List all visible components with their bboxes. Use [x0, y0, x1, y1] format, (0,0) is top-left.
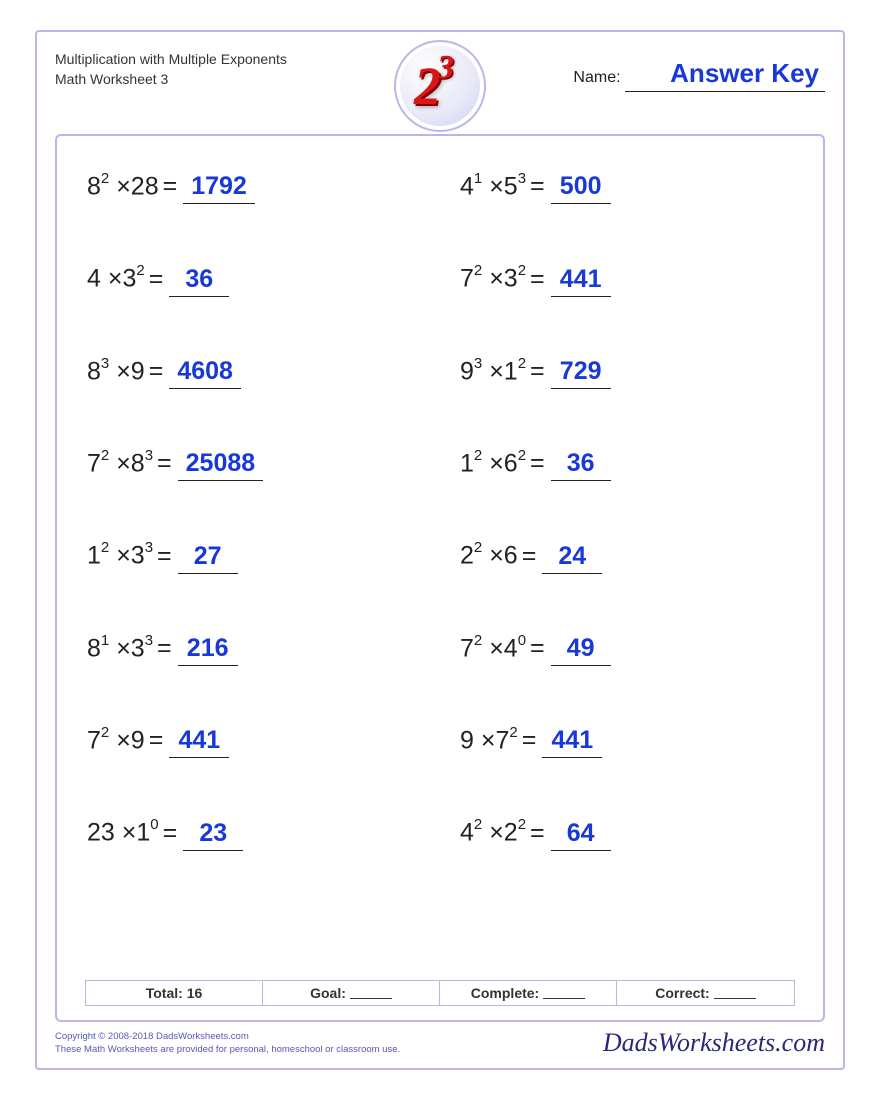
equals-sign: = [522, 726, 537, 755]
problems-grid: 82 ×28 = 1792 41 ×53 = 500 4 ×32 = 36 72 ×3… [87, 172, 793, 851]
problem-8: 12 ×33 = 27 [87, 541, 420, 573]
worksheet-header: Multiplication with Multiple Exponents M… [55, 46, 825, 116]
problem-answer: 25088 [178, 449, 264, 481]
equals-sign: = [157, 542, 172, 571]
problem-answer: 49 [551, 634, 611, 666]
title-line-1: Multiplication with Multiple Exponents [55, 50, 287, 70]
problem-expression: 12 ×62 [460, 449, 526, 478]
score-total-label: Total: 16 [146, 985, 203, 1001]
score-goal-label: Goal: [310, 985, 346, 1001]
equals-sign: = [530, 265, 545, 294]
equals-sign: = [149, 265, 164, 294]
footer-brand: DadsWorksheets.com [603, 1028, 825, 1058]
problem-answer: 216 [178, 634, 238, 666]
problem-4: 83 ×9 = 4608 [87, 357, 420, 389]
problem-14: 23 ×10 = 23 [87, 818, 420, 850]
problem-7: 12 ×62 = 36 [460, 449, 793, 481]
score-correct: Correct: [617, 981, 794, 1005]
problem-12: 72 ×9 = 441 [87, 726, 420, 758]
problem-expression: 4 ×32 [87, 264, 145, 293]
worksheet-page: Multiplication with Multiple Exponents M… [35, 30, 845, 1070]
title-block: Multiplication with Multiple Exponents M… [55, 46, 287, 89]
problem-expression: 72 ×32 [460, 264, 526, 293]
name-value: Answer Key [625, 58, 825, 92]
problem-answer: 441 [551, 265, 611, 297]
equals-sign: = [163, 172, 178, 201]
footer-disclaimer: These Math Worksheets are provided for p… [55, 1043, 400, 1056]
footer-left: Copyright © 2008-2018 DadsWorksheets.com… [55, 1030, 400, 1057]
problem-answer: 64 [551, 819, 611, 851]
problem-expression: 83 ×9 [87, 357, 145, 386]
equals-sign: = [530, 357, 545, 386]
exponent-logo-inner: 2 3 [400, 46, 480, 126]
problem-15: 42 ×22 = 64 [460, 818, 793, 850]
name-block: Name: Answer Key [573, 46, 825, 92]
equals-sign: = [163, 819, 178, 848]
problem-answer: 24 [542, 542, 602, 574]
equals-sign: = [530, 819, 545, 848]
problem-answer: 1792 [183, 172, 255, 204]
equals-sign: = [157, 449, 172, 478]
score-row: Total: 16 Goal: Complete: Correct: [85, 980, 795, 1006]
score-complete: Complete: [440, 981, 617, 1005]
problem-answer: 500 [551, 172, 611, 204]
problem-answer: 36 [551, 449, 611, 481]
score-correct-blank [714, 987, 756, 999]
problem-9: 22 ×6 = 24 [460, 541, 793, 573]
problem-expression: 82 ×28 [87, 172, 159, 201]
problems-frame: 82 ×28 = 1792 41 ×53 = 500 4 ×32 = 36 72 ×3… [55, 134, 825, 1022]
problem-13: 9 ×72 = 441 [460, 726, 793, 758]
problem-expression: 81 ×33 [87, 634, 153, 663]
problem-0: 82 ×28 = 1792 [87, 172, 420, 204]
logo-exponent: 3 [437, 49, 454, 87]
problem-expression: 93 ×12 [460, 357, 526, 386]
problem-2: 4 ×32 = 36 [87, 264, 420, 296]
exponent-logo: 2 3 [394, 40, 486, 132]
problem-5: 93 ×12 = 729 [460, 357, 793, 389]
problem-11: 72 ×40 = 49 [460, 634, 793, 666]
equals-sign: = [149, 726, 164, 755]
problem-expression: 23 ×10 [87, 818, 159, 847]
equals-sign: = [157, 634, 172, 663]
equals-sign: = [530, 634, 545, 663]
score-goal-blank [350, 987, 392, 999]
problem-6: 72 ×83 = 25088 [87, 449, 420, 481]
footer: Copyright © 2008-2018 DadsWorksheets.com… [55, 1028, 825, 1058]
problem-expression: 42 ×22 [460, 818, 526, 847]
problem-3: 72 ×32 = 441 [460, 264, 793, 296]
problem-expression: 12 ×33 [87, 541, 153, 570]
problem-answer: 36 [169, 265, 229, 297]
problem-expression: 41 ×53 [460, 172, 526, 201]
problem-answer: 23 [183, 819, 243, 851]
problem-expression: 72 ×40 [460, 634, 526, 663]
equals-sign: = [530, 449, 545, 478]
problem-10: 81 ×33 = 216 [87, 634, 420, 666]
problem-1: 41 ×53 = 500 [460, 172, 793, 204]
problem-expression: 72 ×83 [87, 449, 153, 478]
name-label: Name: [573, 69, 620, 86]
score-total: Total: 16 [86, 981, 263, 1005]
problem-answer: 441 [542, 726, 602, 758]
problem-answer: 441 [169, 726, 229, 758]
footer-copyright: Copyright © 2008-2018 DadsWorksheets.com [55, 1030, 400, 1043]
problem-answer: 729 [551, 357, 611, 389]
score-correct-label: Correct: [655, 985, 709, 1001]
title-line-2: Math Worksheet 3 [55, 70, 287, 90]
score-complete-blank [543, 987, 585, 999]
equals-sign: = [530, 172, 545, 201]
score-complete-label: Complete: [471, 985, 539, 1001]
problem-expression: 22 ×6 [460, 541, 518, 570]
equals-sign: = [522, 542, 537, 571]
problem-answer: 27 [178, 542, 238, 574]
problem-expression: 72 ×9 [87, 726, 145, 755]
problem-answer: 4608 [169, 357, 241, 389]
score-goal: Goal: [263, 981, 440, 1005]
equals-sign: = [149, 357, 164, 386]
problem-expression: 9 ×72 [460, 726, 518, 755]
